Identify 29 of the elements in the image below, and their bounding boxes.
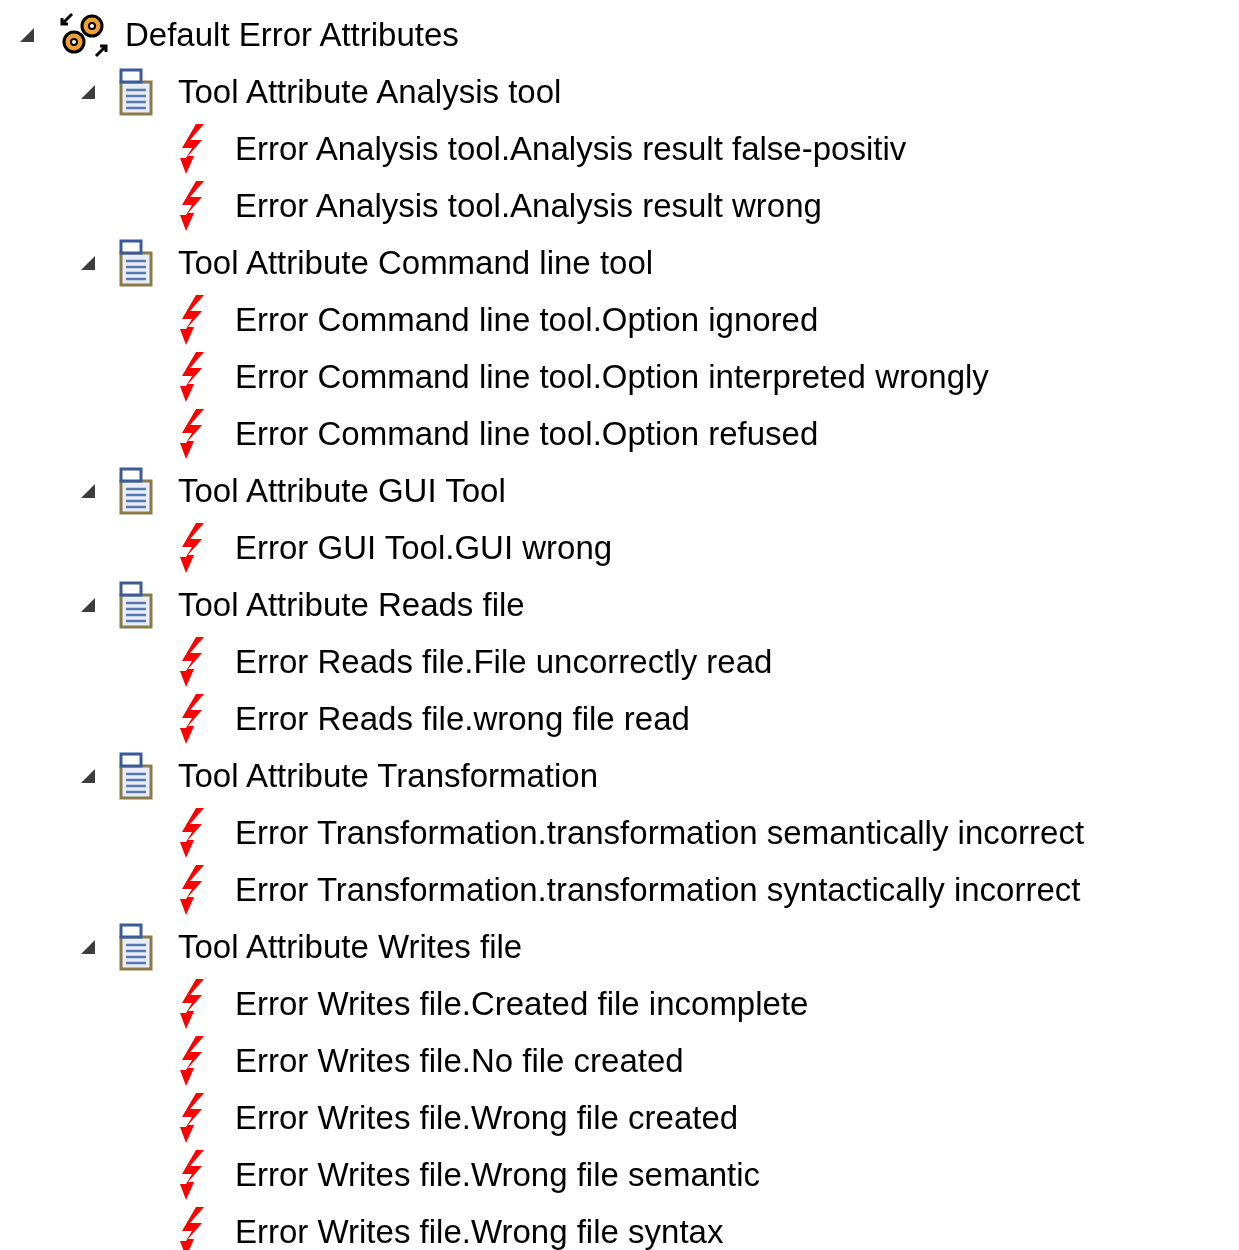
tree-item-label[interactable]: Error Writes file.Wrong file semantic xyxy=(235,1155,761,1194)
tree-item-label[interactable]: Tool Attribute Transformation xyxy=(178,756,599,795)
tree-item-label[interactable]: Error Transformation.transformation syntactically incorrect xyxy=(235,870,1081,909)
tree-item-label[interactable]: Error Analysis tool.Analysis result wrong xyxy=(235,186,822,225)
tree-item-label[interactable]: Error Writes file.Wrong file syntax xyxy=(235,1212,724,1250)
document-icon xyxy=(119,67,153,116)
tree-item-label[interactable]: Error Writes file.No file created xyxy=(235,1041,684,1080)
document-icon xyxy=(119,922,153,971)
tree-item-label[interactable]: Tool Attribute GUI Tool xyxy=(178,471,506,510)
tree-item-label[interactable]: Error Command line tool.Option refused xyxy=(235,414,819,453)
tree-item-label[interactable]: Tool Attribute Analysis tool xyxy=(178,72,562,111)
tree-item-label[interactable]: Default Error Attributes xyxy=(125,15,459,54)
gears-icon xyxy=(58,11,110,58)
document-icon xyxy=(119,238,153,287)
document-icon xyxy=(119,466,153,515)
tree-item-label[interactable]: Error Transformation.transformation semantically incorrect xyxy=(235,813,1085,852)
tree-item-label[interactable]: Tool Attribute Command line tool xyxy=(178,243,654,282)
tree-item-label[interactable]: Error Reads file.File uncorrectly read xyxy=(235,642,773,681)
tree-item-label[interactable]: Error Writes file.Wrong file created xyxy=(235,1098,739,1137)
document-icon xyxy=(119,751,153,800)
tree-item-label[interactable]: Error Command line tool.Option interpreted wrongly xyxy=(235,357,989,396)
tree-item-label[interactable]: Tool Attribute Writes file xyxy=(178,927,523,966)
tree-item-label[interactable]: Error GUI Tool.GUI wrong xyxy=(235,528,613,567)
document-icon xyxy=(119,580,153,629)
tree-item-label[interactable]: Error Command line tool.Option ignored xyxy=(235,300,819,339)
tree-item-label[interactable]: Tool Attribute Reads file xyxy=(178,585,525,624)
tree-item-label[interactable]: Error Analysis tool.Analysis result false-positiv xyxy=(235,129,907,168)
tree-item-label[interactable]: Error Reads file.wrong file read xyxy=(235,699,690,738)
tree-item-label[interactable]: Error Writes file.Created file incomplete xyxy=(235,984,809,1023)
